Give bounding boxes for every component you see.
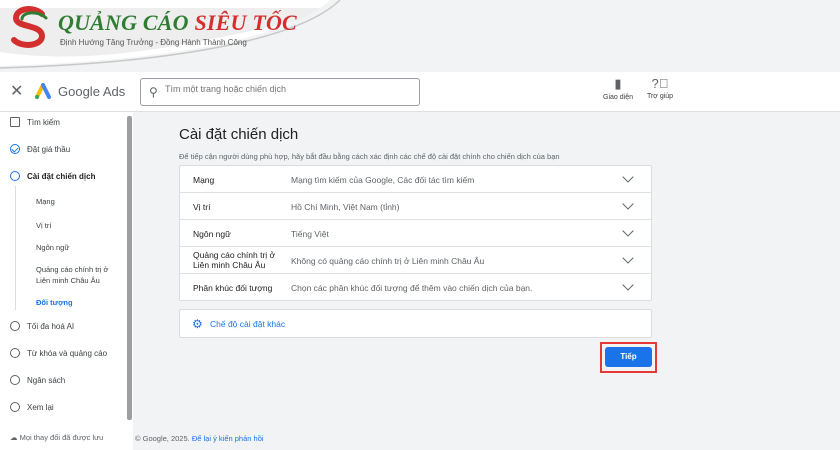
sidebar-subitem-eu-political-ads[interactable]: Quảng cáo chính trị ở Liên minh Châu Âu bbox=[36, 264, 120, 286]
setting-value: Tiếng Việt bbox=[291, 229, 329, 239]
chevron-down-icon[interactable] bbox=[622, 171, 634, 183]
setting-value: Chọn các phân khúc đối tượng để thêm vào… bbox=[291, 283, 533, 293]
appearance-icon: ▮ bbox=[614, 76, 622, 91]
help-icon: ?⃝ bbox=[651, 76, 669, 91]
chevron-down-icon[interactable] bbox=[622, 198, 634, 210]
copyright-text: © Google, 2025. bbox=[135, 434, 190, 443]
chevron-down-icon[interactable] bbox=[622, 225, 634, 237]
sidebar-subitem-network[interactable]: Mạng bbox=[36, 196, 55, 207]
search-input[interactable] bbox=[165, 84, 410, 94]
app-header: ✕ Google Ads ⚲ ▮ Giao diện ?⃝ Trợ giúp bbox=[0, 72, 840, 112]
brand-tagline: Định Hướng Tăng Trưởng - Đồng Hành Thành… bbox=[60, 38, 247, 47]
sidebar-subitem-audience[interactable]: Đối tượng bbox=[36, 297, 73, 308]
cloud-icon: ☁ bbox=[10, 433, 18, 442]
sidebar-item-label: Tìm kiếm bbox=[27, 118, 60, 127]
page-footer: © Google, 2025. Để lại ý kiến phản hồi bbox=[135, 434, 264, 443]
setting-row-audience-segments[interactable]: Phân khúc đối tượng Chọn các phân khúc đ… bbox=[180, 274, 651, 301]
setting-label: Ngôn ngữ bbox=[193, 229, 231, 239]
setting-label: Mạng bbox=[193, 175, 215, 185]
sidebar-subnav-line bbox=[15, 186, 16, 310]
check-circle-icon bbox=[10, 144, 20, 154]
other-settings-button[interactable]: ⚙ Chế độ cài đặt khác bbox=[179, 309, 652, 338]
gear-icon: ⚙ bbox=[192, 317, 203, 331]
sidebar-subitem-language[interactable]: Ngôn ngữ bbox=[36, 242, 69, 253]
setting-value: Không có quảng cáo chính trị ở Liên minh… bbox=[291, 256, 485, 266]
setting-row-location[interactable]: Vị trí Hồ Chí Minh, Việt Nam (tỉnh) bbox=[180, 193, 651, 220]
brand-logo-icon bbox=[11, 6, 48, 48]
sidebar-item-label: Tối đa hoá AI bbox=[27, 322, 75, 331]
app-title: Google Ads bbox=[58, 84, 126, 99]
circle-icon bbox=[10, 348, 20, 358]
sidebar-item-label: Từ khóa và quảng cáo bbox=[27, 349, 108, 358]
next-button[interactable]: Tiếp bbox=[605, 347, 652, 367]
brand-name: QUẢNG CÁO SIÊU TỐC bbox=[58, 10, 297, 36]
feedback-link[interactable]: Để lại ý kiến phản hồi bbox=[192, 434, 264, 443]
sidebar-item-label: Cài đặt chiến dịch bbox=[27, 172, 96, 181]
setting-label: Vị trí bbox=[193, 202, 211, 212]
page-subtitle: Để tiếp cận người dùng phù hợp, hãy bắt … bbox=[179, 152, 560, 161]
sidebar-item-label: Ngân sách bbox=[27, 376, 66, 385]
circle-icon bbox=[10, 402, 20, 412]
save-status: ☁ Mọi thay đổi đã được lưu bbox=[10, 433, 103, 442]
sidebar-item-label: Xem lại bbox=[27, 403, 54, 412]
setting-label: Quảng cáo chính trị ở Liên minh Châu Âu bbox=[193, 250, 276, 270]
appearance-label: Giao diện bbox=[603, 94, 633, 101]
setting-label: Phân khúc đối tượng bbox=[193, 283, 273, 293]
active-circle-icon bbox=[10, 171, 20, 181]
setting-row-eu-political-ads[interactable]: Quảng cáo chính trị ở Liên minh Châu Âu … bbox=[180, 247, 651, 274]
appearance-button[interactable]: ▮ Giao diện bbox=[600, 76, 636, 101]
search-box-icon bbox=[10, 117, 20, 127]
setting-value: Hồ Chí Minh, Việt Nam (tỉnh) bbox=[291, 202, 400, 212]
chevron-down-icon[interactable] bbox=[622, 252, 634, 264]
help-button[interactable]: ?⃝ Trợ giúp bbox=[644, 76, 676, 100]
chevron-down-icon[interactable] bbox=[622, 279, 634, 291]
sidebar-item-label: Đặt giá thầu bbox=[27, 145, 71, 154]
sidebar: Tìm kiếm Đặt giá thầu Cài đặt chiến dịch… bbox=[0, 112, 133, 450]
setting-row-network[interactable]: Mạng Mạng tìm kiếm của Google, Các đối t… bbox=[180, 166, 651, 193]
brand-name-part2: SIÊU TỐC bbox=[194, 10, 297, 35]
settings-card: Mạng Mạng tìm kiếm của Google, Các đối t… bbox=[179, 165, 652, 301]
circle-icon bbox=[10, 375, 20, 385]
save-status-text: Mọi thay đổi đã được lưu bbox=[19, 433, 104, 442]
search-icon: ⚲ bbox=[149, 85, 158, 99]
circle-icon bbox=[10, 321, 20, 331]
other-settings-label: Chế độ cài đặt khác bbox=[210, 319, 286, 329]
search-box[interactable]: ⚲ bbox=[140, 78, 420, 106]
google-ads-logo-icon bbox=[35, 83, 51, 99]
brand-name-part1: QUẢNG CÁO bbox=[58, 10, 189, 35]
brand-banner: QUẢNG CÁO SIÊU TỐC Định Hướng Tăng Trưởn… bbox=[0, 0, 840, 72]
close-icon[interactable]: ✕ bbox=[10, 81, 23, 101]
sidebar-scrollbar[interactable] bbox=[127, 116, 132, 420]
setting-value: Mạng tìm kiếm của Google, Các đối tác tì… bbox=[291, 175, 475, 185]
page-title: Cài đặt chiến dịch bbox=[179, 126, 299, 143]
sidebar-subitem-location[interactable]: Vị trí bbox=[36, 220, 51, 231]
help-label: Trợ giúp bbox=[646, 93, 674, 100]
setting-row-language[interactable]: Ngôn ngữ Tiếng Việt bbox=[180, 220, 651, 247]
